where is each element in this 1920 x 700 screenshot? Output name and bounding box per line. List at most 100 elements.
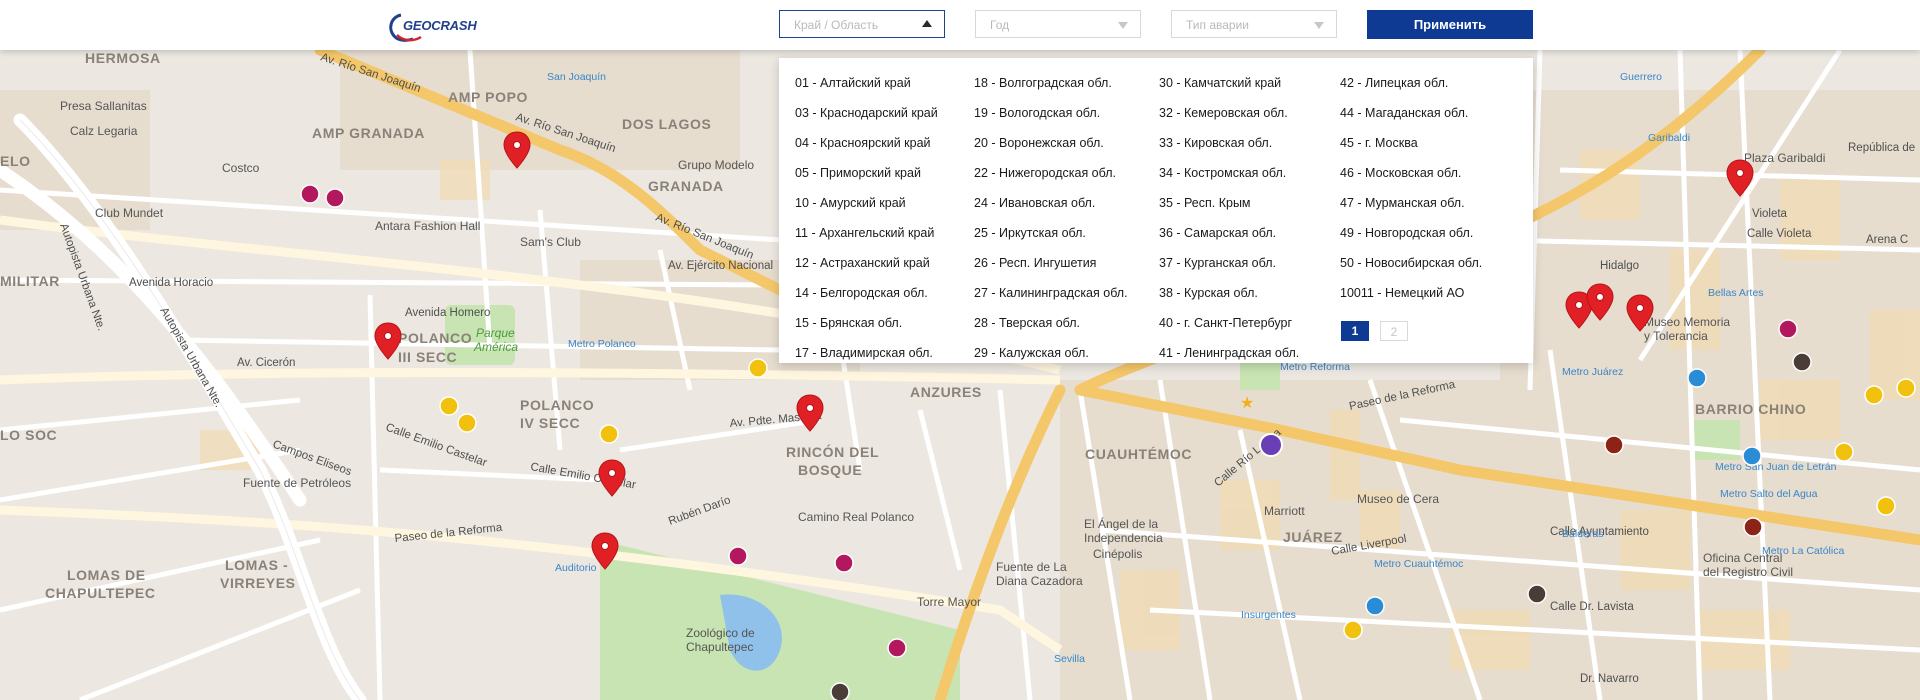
region-option[interactable]: 15 - Брянская обл. [795,308,938,338]
place-label: Calz Legaria [70,124,138,138]
place-label: Presa Sallanitas [60,99,147,113]
region-option[interactable]: 20 - Воронежская обл. [974,128,1128,158]
place-label: El Ángel de la [1084,516,1158,531]
top-bar: GEOCRASH Край / Область Год Тип аварии П… [0,0,1920,50]
chevron-down-icon [1314,22,1324,29]
region-option[interactable]: 44 - Магаданская обл. [1340,98,1482,128]
region-option[interactable]: 46 - Московская обл. [1340,158,1482,188]
page-2-button[interactable]: 2 [1380,321,1408,341]
region-option[interactable]: 38 - Курская обл. [1159,278,1299,308]
region-option[interactable]: 10 - Амурский край [795,188,938,218]
region-option[interactable]: 50 - Новосибирская обл. [1340,248,1482,278]
district-label: POLANCO [520,397,594,413]
metro-label: Metro Cuauhtémoc [1374,558,1463,570]
district-label: VIRREYES [220,575,296,591]
museum-poi-icon [728,546,748,566]
street-label: Avenida Homero [405,307,490,319]
restaurant-poi-icon [599,424,619,444]
region-option[interactable]: 35 - Респ. Крым [1159,188,1299,218]
region-option[interactable]: 03 - Краснодарский край [795,98,938,128]
district-label: AMP GRANADA [312,125,425,141]
region-option[interactable]: 24 - Ивановская обл. [974,188,1128,218]
place-label: Chapultepec [686,640,753,654]
metro-label: Metro La Católica [1762,545,1844,557]
place-label: Cinépolis [1093,547,1142,561]
restaurant-poi-icon [1864,385,1884,405]
place-label: Sam's Club [520,235,581,249]
shopping-bag-icon [1259,433,1283,457]
region-option[interactable]: 29 - Калужская обл. [974,338,1128,368]
street-label: Avenida Horacio [129,277,213,289]
place-label: Marriott [1264,504,1305,518]
region-option[interactable]: 22 - Нижегородская обл. [974,158,1128,188]
street-label: Arena C [1866,234,1908,246]
region-option[interactable]: 25 - Иркутская обл. [974,218,1128,248]
apply-button[interactable]: Применить [1367,10,1533,39]
district-label: AMP POPO [448,89,528,105]
region-option[interactable]: 36 - Самарская обл. [1159,218,1299,248]
region-option[interactable]: 27 - Калининградская обл. [974,278,1128,308]
region-option[interactable]: 10011 - Немецкий АО [1340,278,1482,308]
park-label: Parque [476,326,515,340]
district-label: CUAUHTÉMOC [1085,446,1192,462]
district-label: III SECC [398,349,457,365]
metro-label: Sevilla [1054,653,1085,665]
place-label: y Tolerancia [1644,329,1708,343]
page-1-button[interactable]: 1 [1341,321,1369,341]
region-option[interactable]: 37 - Курганская обл. [1159,248,1299,278]
region-column-1: 01 - Алтайский край 03 - Краснодарский к… [795,68,938,368]
metro-label: Metro San Juan de Letrán [1715,461,1837,473]
region-option[interactable]: 04 - Красноярский край [795,128,938,158]
region-option[interactable]: 34 - Костромская обл. [1159,158,1299,188]
place-label: Club Mundet [95,206,164,220]
region-option[interactable]: 01 - Алтайский край [795,68,938,98]
street-label: Violeta [1752,208,1788,220]
district-label: CHAPULTEPEC [45,585,156,601]
place-label: Plaza Garibaldi [1744,151,1825,165]
district-label: BOSQUE [798,462,862,478]
region-option[interactable]: 12 - Астраханский край [795,248,938,278]
region-option[interactable]: 11 - Архангельский край [795,218,938,248]
metro-label: Balderas [1562,528,1603,540]
region-option[interactable]: 42 - Липецкая обл. [1340,68,1482,98]
district-label: JUÁREZ [1283,529,1343,545]
year-select[interactable]: Год [975,10,1141,38]
chevron-down-icon [1118,22,1128,29]
district-label: IV SECC [520,415,580,431]
metro-label: Guerrero [1620,71,1662,83]
bar-poi-icon [1687,368,1707,388]
region-option[interactable]: 33 - Кировская обл. [1159,128,1299,158]
street-label: República de [1848,142,1915,154]
region-option[interactable]: 40 - г. Санкт-Петербург [1159,308,1299,338]
place-label: Museo de Cera [1357,492,1439,506]
chevron-up-icon [922,20,932,27]
region-option[interactable]: 30 - Камчатский край [1159,68,1299,98]
region-option[interactable]: 45 - г. Москва [1340,128,1482,158]
region-option[interactable]: 26 - Респ. Ингушетия [974,248,1128,278]
landmark-poi-icon [1792,352,1812,372]
metro-label: Insurgentes [1241,609,1296,621]
region-option[interactable]: 05 - Приморский край [795,158,938,188]
place-label: Fuente de Petróleos [243,476,351,490]
region-option[interactable]: 41 - Ленинградская обл. [1159,338,1299,368]
region-option[interactable]: 17 - Владимирская обл. [795,338,938,368]
region-option[interactable]: 19 - Вологодская обл. [974,98,1128,128]
region-column-3: 30 - Камчатский край 32 - Кемеровская об… [1159,68,1299,368]
place-label: Zoológico de [686,626,755,640]
museum-poi-icon [300,184,320,204]
district-label: DOS LAGOS [622,116,711,132]
landmark-poi-icon [830,682,850,700]
region-option[interactable]: 28 - Тверская обл. [974,308,1128,338]
region-option[interactable]: 18 - Волгоградская обл. [974,68,1128,98]
region-option[interactable]: 32 - Кемеровская обл. [1159,98,1299,128]
region-select[interactable]: Край / Область [779,10,945,38]
crash-type-select[interactable]: Тип аварии [1171,10,1337,38]
district-label: HERMOSA [85,50,161,66]
place-label: Grupo Modelo [678,158,754,172]
region-column-2: 18 - Волгоградская обл. 19 - Вологодская… [974,68,1128,368]
region-option[interactable]: 49 - Новгородская обл. [1340,218,1482,248]
region-option[interactable]: 14 - Белгородская обл. [795,278,938,308]
geocrash-logo[interactable]: GEOCRASH [387,11,479,43]
region-option[interactable]: 47 - Мурманская обл. [1340,188,1482,218]
place-label: Fuente de La [996,560,1067,574]
